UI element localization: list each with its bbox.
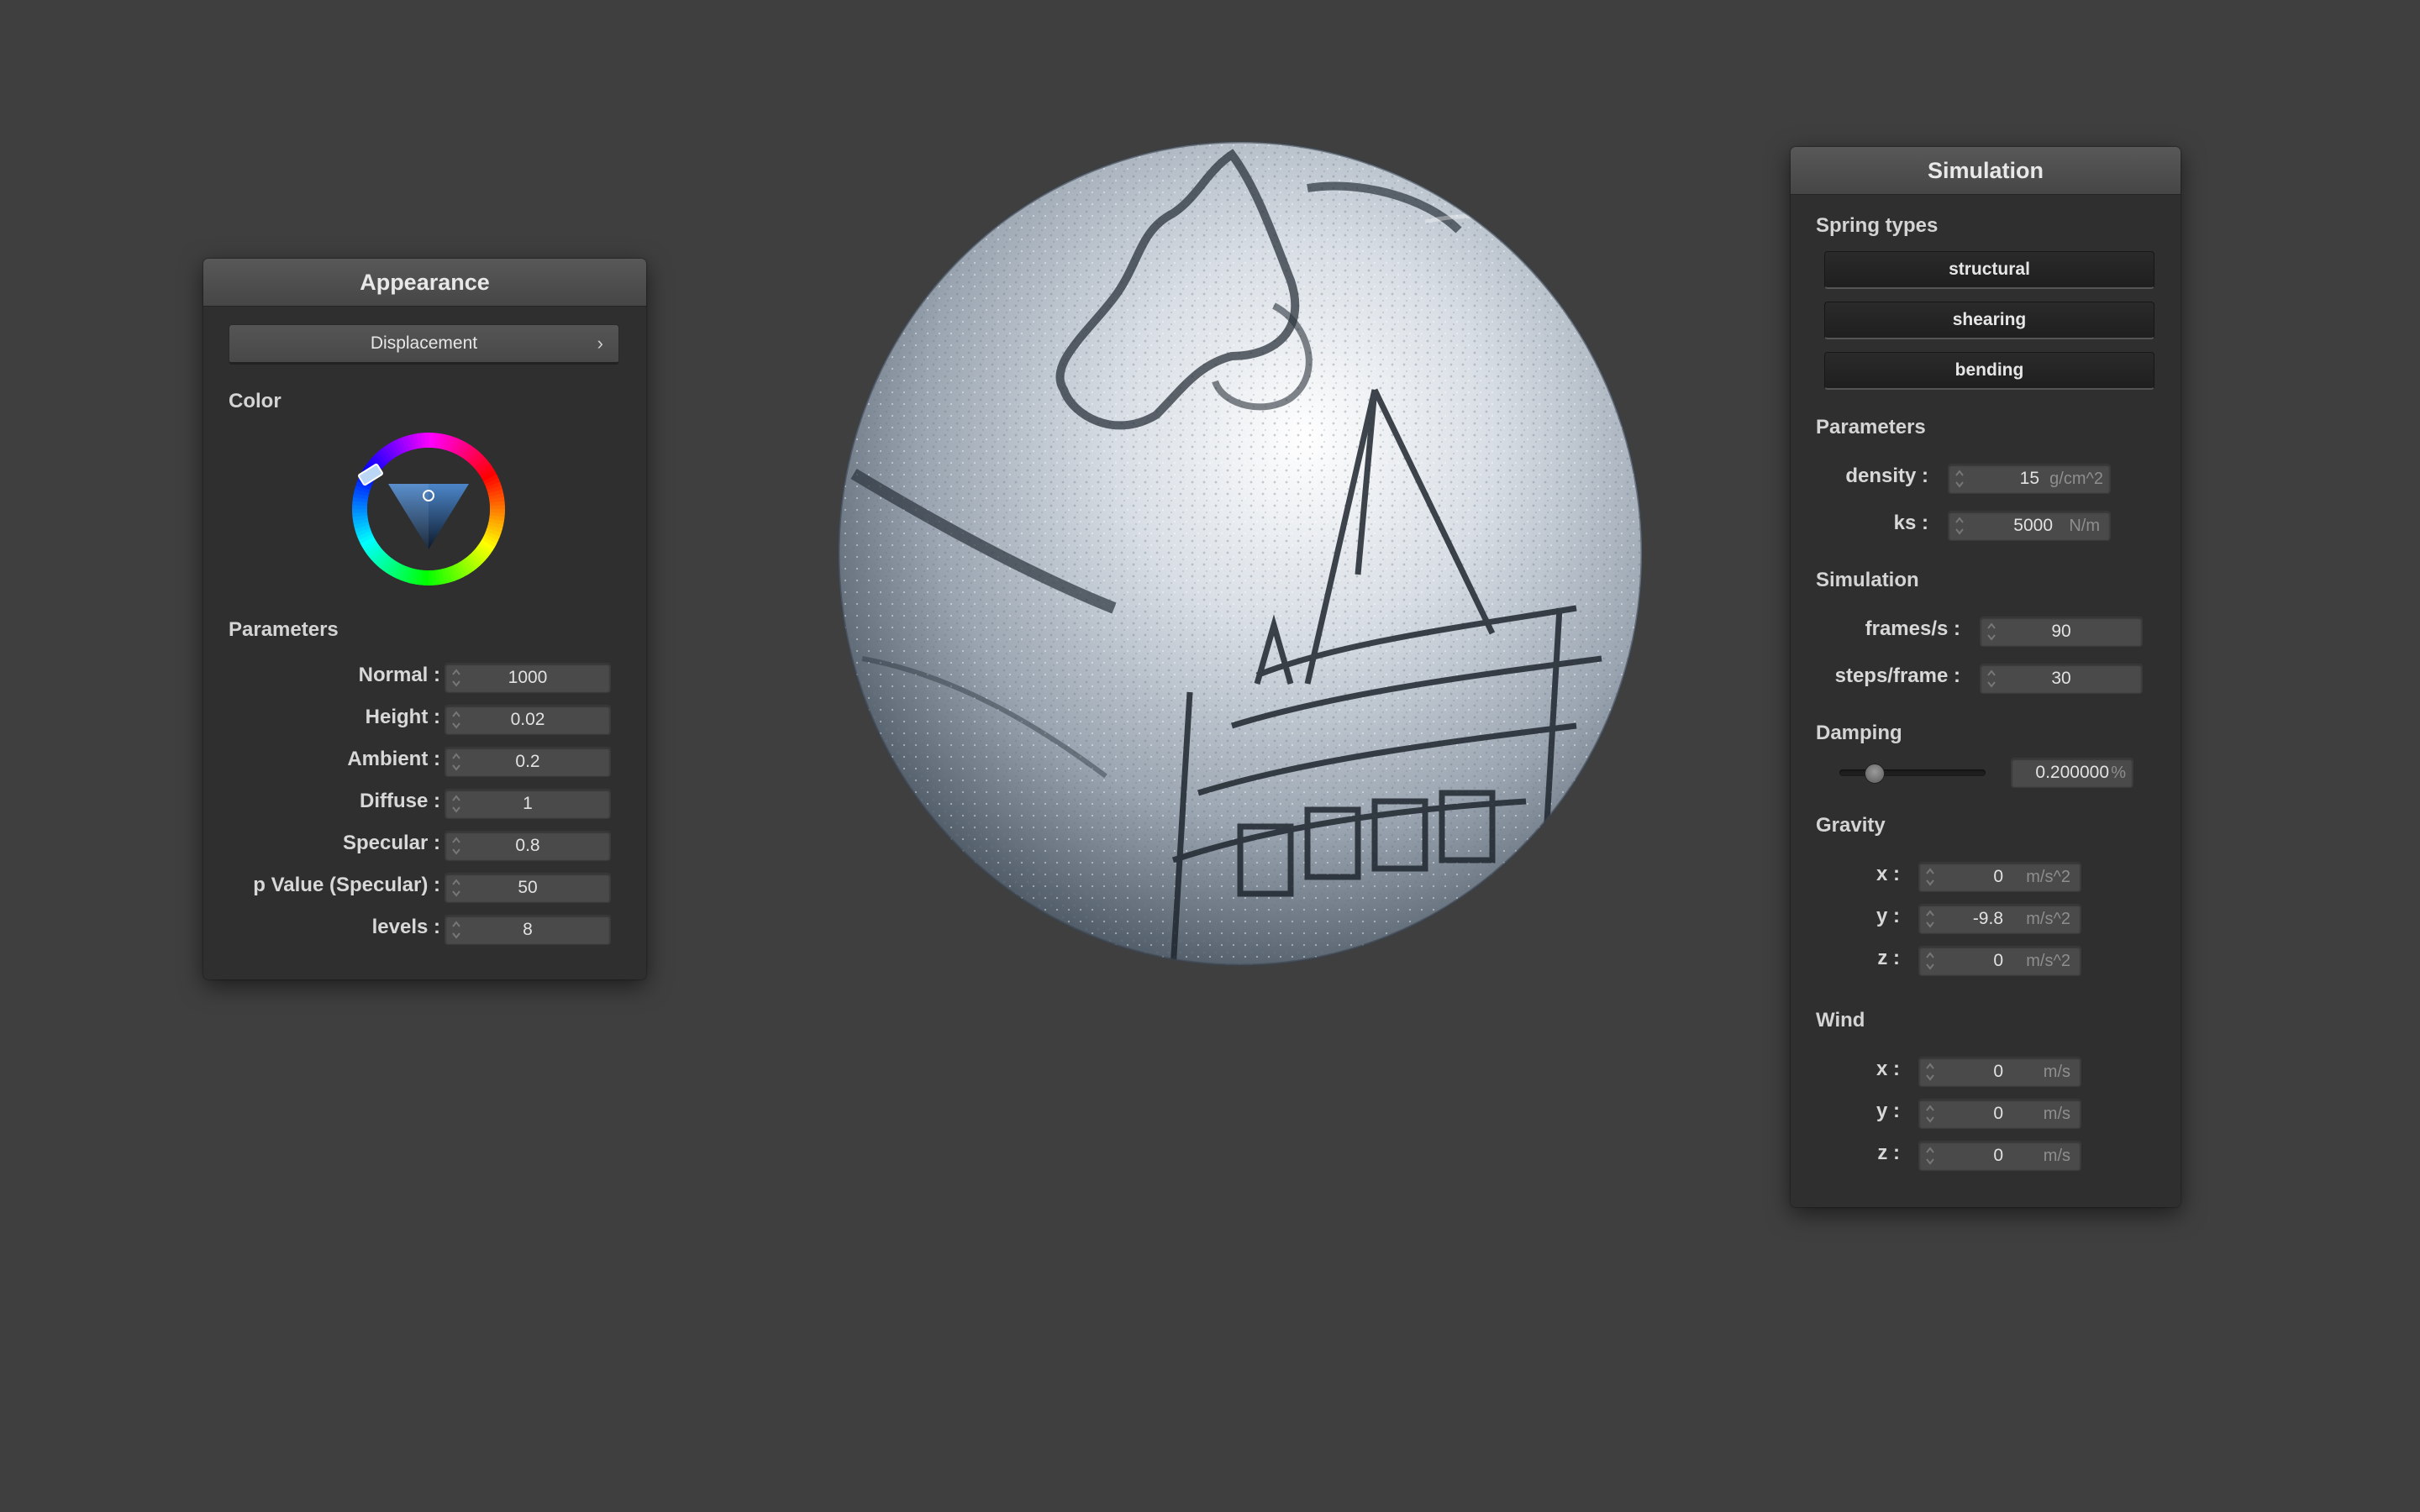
- height-field[interactable]: 0.02: [445, 705, 611, 735]
- normal-value: 1000: [508, 668, 548, 687]
- wind-y-value: 0: [1993, 1104, 2003, 1123]
- normal-field[interactable]: 1000: [445, 663, 611, 693]
- gravity-z-unit: m/s^2: [2026, 952, 2070, 970]
- diffuse-field[interactable]: 1: [445, 789, 611, 819]
- damping-label: Damping: [1816, 722, 1902, 744]
- steps-value: 30: [2051, 669, 2071, 688]
- density-field[interactable]: 15 g/cm^2: [1948, 464, 2111, 494]
- levels-label: levels :: [371, 916, 440, 938]
- damping-slider[interactable]: [1839, 760, 1986, 785]
- levels-value: 8: [523, 920, 533, 939]
- p-value-specular-field[interactable]: 50: [445, 873, 611, 903]
- appearance-title: Appearance: [203, 259, 646, 307]
- damping-unit: %: [2111, 764, 2126, 782]
- wind-z-label: z :: [1877, 1142, 1900, 1164]
- ks-value: 5000: [2013, 516, 2053, 535]
- spring-types-label: Spring types: [1816, 214, 1939, 237]
- gravity-y-value: -9.8: [1972, 909, 2003, 928]
- spinner-icon[interactable]: [1924, 865, 1936, 889]
- damping-slider-handle[interactable]: [1865, 764, 1885, 784]
- displacement-label: Displacement: [370, 333, 478, 353]
- steps-label: steps/frame :: [1834, 664, 1960, 687]
- wind-x-value: 0: [1993, 1062, 2003, 1081]
- diffuse-value: 1: [523, 794, 533, 813]
- shearing-button[interactable]: shearing: [1824, 302, 2154, 339]
- ambient-label: Ambient :: [347, 748, 440, 770]
- gravity-label: Gravity: [1816, 814, 1886, 837]
- sim-parameters-label: Parameters: [1816, 416, 1926, 438]
- p-value-specular-label: p Value (Specular) :: [253, 874, 440, 896]
- gravity-y-unit: m/s^2: [2026, 910, 2070, 928]
- ks-field[interactable]: 5000 N/m: [1948, 511, 2111, 541]
- damping-field[interactable]: 0.200000 %: [2011, 758, 2133, 788]
- specular-label: Specular :: [342, 832, 440, 854]
- wind-y-field[interactable]: 0 m/s: [1918, 1099, 2081, 1129]
- ambient-value: 0.2: [515, 752, 540, 771]
- spinner-icon[interactable]: [1924, 907, 1936, 931]
- spinner-icon[interactable]: [1954, 514, 1965, 538]
- wind-z-field[interactable]: 0 m/s: [1918, 1141, 2081, 1171]
- ks-unit: N/m: [2069, 517, 2100, 535]
- displacement-dropdown[interactable]: Displacement ›: [229, 324, 619, 365]
- wind-z-unit: m/s: [2043, 1147, 2070, 1165]
- frames-value: 90: [2051, 622, 2071, 641]
- chevron-right-icon: ›: [597, 333, 603, 354]
- wind-x-label: x :: [1876, 1058, 1900, 1080]
- wind-z-value: 0: [1993, 1146, 2003, 1165]
- wind-y-unit: m/s: [2043, 1105, 2070, 1123]
- specular-value: 0.8: [515, 836, 540, 855]
- spinner-icon[interactable]: [1924, 1102, 1936, 1126]
- height-label: Height :: [365, 706, 440, 728]
- normal-label: Normal :: [358, 664, 440, 686]
- gravity-z-value: 0: [1993, 951, 2003, 970]
- simulation-panel: Simulation Spring types structural shear…: [1791, 147, 2181, 1207]
- steps-field[interactable]: 30: [1980, 664, 2143, 694]
- height-value: 0.02: [510, 710, 545, 729]
- color-section-label: Color: [229, 390, 281, 412]
- density-unit: g/cm^2: [2049, 470, 2103, 488]
- gravity-y-field[interactable]: -9.8 m/s^2: [1918, 904, 2081, 934]
- gravity-x-label: x :: [1876, 863, 1900, 885]
- density-label: density :: [1845, 465, 1928, 487]
- ks-label: ks :: [1893, 512, 1928, 534]
- spinner-icon[interactable]: [1924, 1060, 1936, 1084]
- color-wheel-graphic[interactable]: [351, 432, 506, 586]
- appearance-panel: Appearance Displacement › Color Paramete…: [203, 259, 646, 979]
- spinner-icon[interactable]: [1954, 467, 1965, 491]
- gravity-z-field[interactable]: 0 m/s^2: [1918, 946, 2081, 976]
- spinner-icon[interactable]: [1924, 949, 1936, 973]
- gravity-x-value: 0: [1993, 867, 2003, 886]
- frames-label: frames/s :: [1865, 617, 1960, 640]
- viewport-sphere[interactable]: [837, 138, 1644, 969]
- appearance-parameters-label: Parameters: [229, 618, 339, 641]
- wind-x-field[interactable]: 0 m/s: [1918, 1057, 2081, 1087]
- gravity-x-unit: m/s^2: [2026, 868, 2070, 886]
- diffuse-label: Diffuse :: [360, 790, 440, 812]
- spinner-icon[interactable]: [1924, 1144, 1936, 1168]
- wind-y-label: y :: [1876, 1100, 1900, 1122]
- ambient-field[interactable]: 0.2: [445, 747, 611, 777]
- bending-button[interactable]: bending: [1824, 352, 2154, 390]
- gravity-y-label: y :: [1876, 905, 1900, 927]
- damping-slider-track[interactable]: [1839, 769, 1986, 776]
- structural-button[interactable]: structural: [1824, 251, 2154, 289]
- p-value-specular-value: 50: [518, 878, 538, 897]
- damping-value: 0.200000: [2035, 763, 2109, 782]
- specular-field[interactable]: 0.8: [445, 831, 611, 861]
- wind-label: Wind: [1816, 1009, 1865, 1032]
- simulation-title: Simulation: [1791, 147, 2181, 195]
- color-wheel[interactable]: [351, 432, 506, 586]
- density-value: 15: [2019, 469, 2039, 488]
- simulation-section-label: Simulation: [1816, 569, 1919, 591]
- frames-field[interactable]: 90: [1980, 617, 2143, 647]
- wind-x-unit: m/s: [2043, 1063, 2070, 1081]
- levels-field[interactable]: 8: [445, 915, 611, 945]
- gravity-x-field[interactable]: 0 m/s^2: [1918, 862, 2081, 892]
- gravity-z-label: z :: [1877, 947, 1900, 969]
